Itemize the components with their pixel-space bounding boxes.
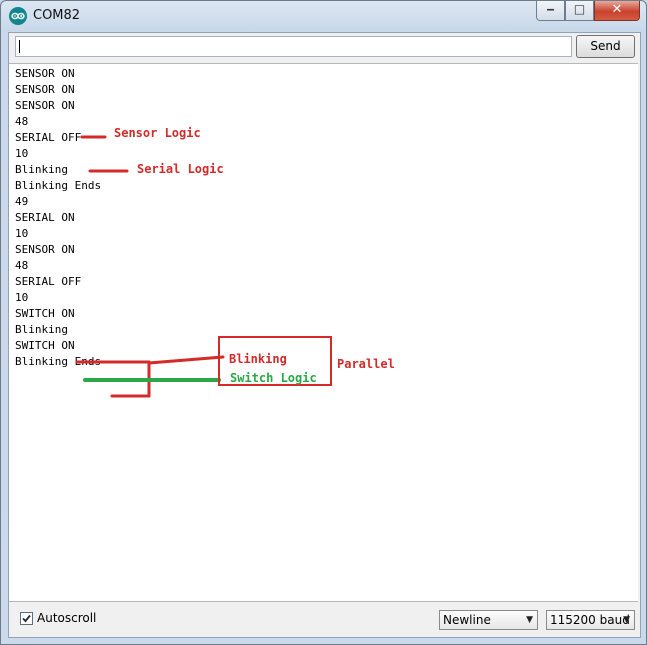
autoscroll-checkbox[interactable]	[20, 612, 33, 625]
chevron-down-icon: ▼	[623, 615, 630, 625]
autoscroll-label: Autoscroll	[37, 611, 97, 625]
blinking-diagonal-connector	[147, 355, 225, 365]
baud-rate-select[interactable]: 115200 baud ▼	[546, 610, 635, 630]
line-ending-value: Newline	[443, 613, 491, 627]
chevron-down-icon: ▼	[526, 615, 533, 625]
serial-output[interactable]: SENSOR ON SENSOR ON SENSOR ON 48 SERIAL OFF 1…	[9, 63, 638, 602]
monitor-client-area: Send SENSOR ON SENSOR ON SENSOR ON 48 SERIAL…	[8, 32, 641, 638]
blinking-annotation-label: Blinking	[229, 352, 287, 366]
close-icon: ✕	[611, 2, 623, 17]
window-title: COM82	[33, 8, 81, 23]
monitor-footer: Autoscroll Newline ▼ 115200 baud ▼	[9, 602, 640, 637]
baud-rate-value: 115200 baud	[550, 613, 630, 627]
serial-input[interactable]	[15, 36, 572, 57]
annotation-overlay	[75, 135, 332, 398]
maximize-icon: □	[573, 2, 586, 16]
window-controls: ‒ □ ✕	[536, 1, 640, 21]
text-caret	[19, 40, 20, 53]
parallel-label: Parallel	[337, 357, 395, 371]
send-button[interactable]: Send	[576, 35, 635, 58]
serial-monitor-window: COM82 ‒ □ ✕ Send SENSOR ON SENSOR ON SENSO…	[0, 0, 647, 645]
maximize-button[interactable]: □	[565, 1, 594, 21]
arduino-icon	[9, 7, 27, 25]
close-button[interactable]: ✕	[594, 1, 640, 21]
switch-logic-label: Switch Logic	[230, 371, 317, 385]
minimize-icon: ‒	[546, 2, 555, 16]
sensor-logic-label: Sensor Logic	[114, 126, 201, 140]
checkmark-icon	[22, 614, 31, 623]
title-bar[interactable]: COM82 ‒ □ ✕	[1, 1, 646, 31]
line-ending-select[interactable]: Newline ▼	[439, 610, 538, 630]
serial-logic-label: Serial Logic	[137, 162, 224, 176]
minimize-button[interactable]: ‒	[536, 1, 565, 21]
